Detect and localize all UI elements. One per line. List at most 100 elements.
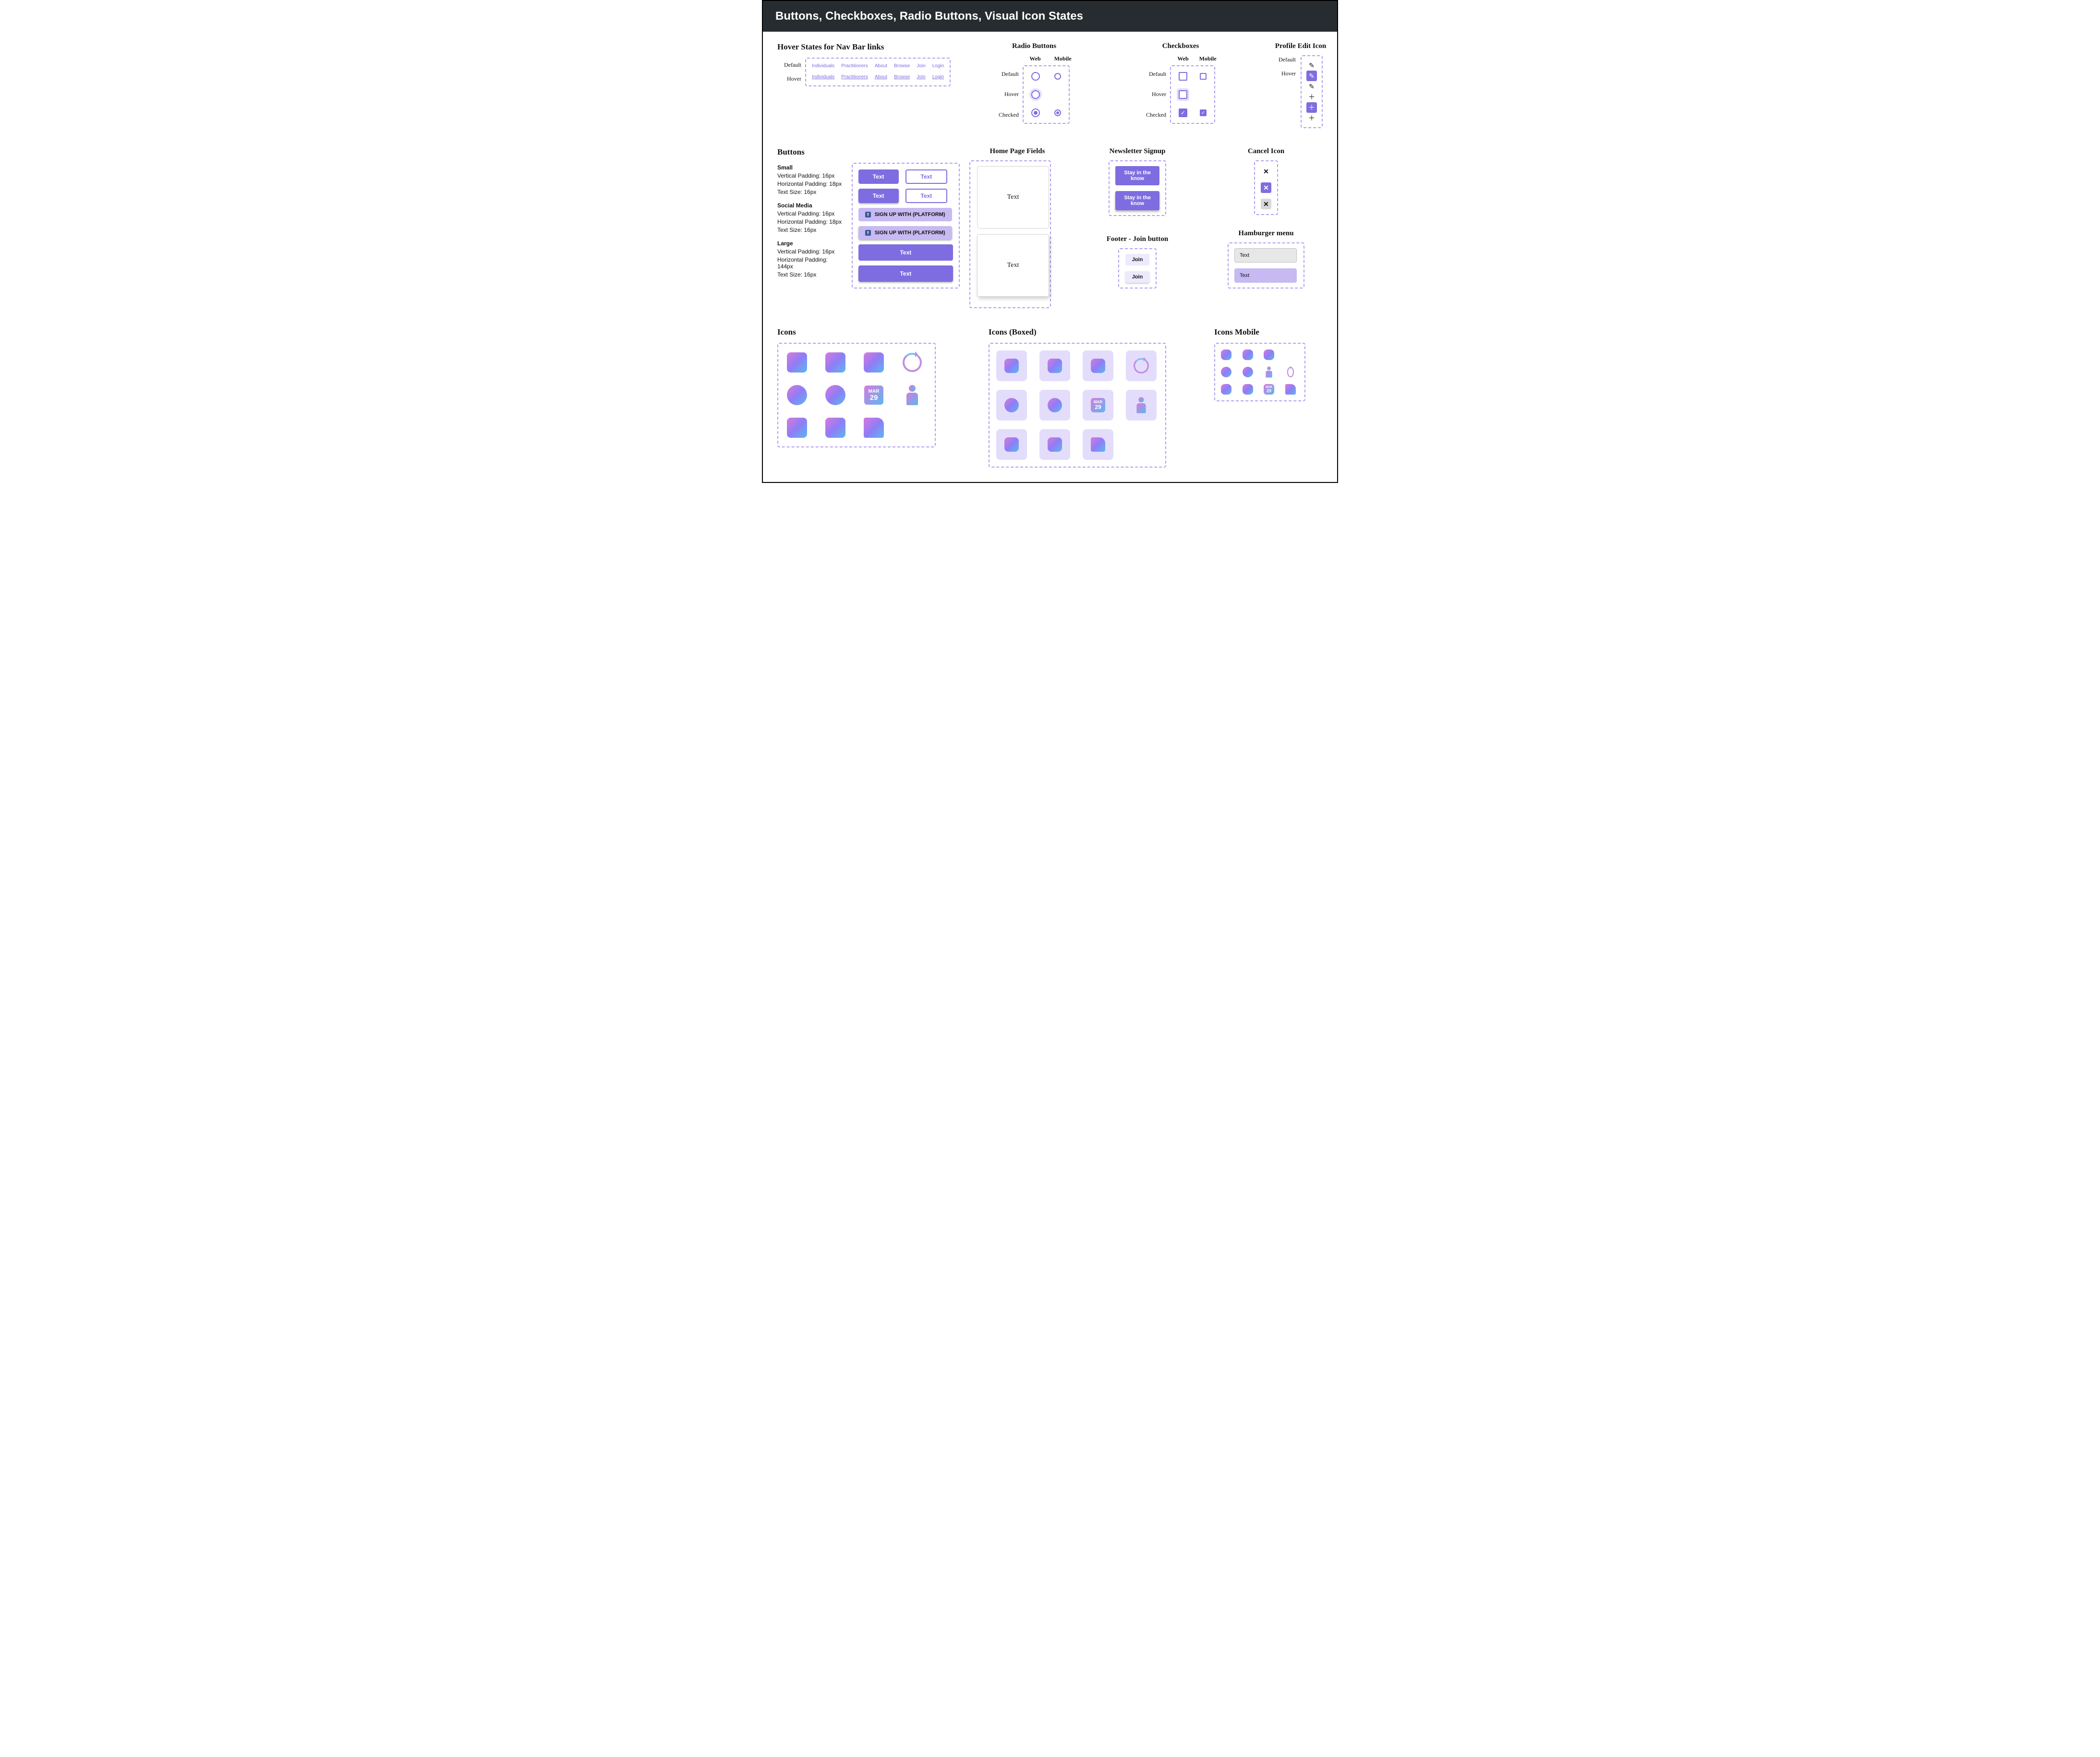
home-field-card-hover[interactable]: Text: [977, 234, 1049, 297]
page-title: Buttons, Checkboxes, Radio Buttons, Visu…: [763, 1, 1337, 32]
plus-icon-alt[interactable]: ＋: [1306, 113, 1317, 123]
icons-title: Icons: [777, 327, 969, 337]
legs-b-icon: [823, 350, 847, 374]
clock-icon-box[interactable]: [1039, 390, 1070, 421]
legs-a-icon: [785, 350, 809, 374]
menu-item-default[interactable]: Text: [1234, 248, 1297, 263]
nav-link-hover[interactable]: Browse: [894, 74, 910, 80]
small-primary-button-hover[interactable]: Text: [858, 189, 899, 203]
check-mobile-checked[interactable]: ✓: [1200, 109, 1207, 116]
nav-link-hover[interactable]: Individuals: [812, 74, 834, 80]
uterus-icon-box[interactable]: [996, 390, 1027, 421]
pencil-icon-hover[interactable]: ✎: [1306, 71, 1317, 81]
legs-b-icon-m: [1242, 349, 1254, 361]
close-icon-pressed[interactable]: ✕: [1261, 199, 1271, 209]
cycle-icon: [900, 350, 924, 374]
social-hp: Horizontal Padding: 18px: [777, 218, 843, 225]
doctor-icon-box[interactable]: [1126, 390, 1157, 421]
radio-mobile-checked[interactable]: [1054, 109, 1061, 116]
close-icon-hover[interactable]: ✕: [1261, 182, 1271, 193]
legs-b-icon-box[interactable]: [1039, 350, 1070, 381]
small-heading: Small: [777, 164, 793, 171]
nav-link[interactable]: Browse: [894, 63, 910, 69]
calendar-icon-m: MAR29: [1263, 383, 1275, 396]
small-outline-button-hover[interactable]: Text: [905, 189, 948, 203]
legs-c-icon: [862, 350, 886, 374]
icons-boxed-title: Icons (Boxed): [989, 327, 1195, 337]
nav-link[interactable]: Login: [932, 63, 944, 69]
check-web-default[interactable]: [1179, 72, 1187, 81]
plus-icon[interactable]: ＋: [1306, 92, 1317, 102]
radio-row-default: Default: [999, 71, 1019, 78]
footer-join-button[interactable]: Join: [1125, 254, 1150, 265]
facebook-icon: f: [865, 230, 871, 236]
large-ts: Text Size: 16px: [777, 271, 843, 278]
nav-link-hover[interactable]: About: [875, 74, 887, 80]
social-signup-button[interactable]: fSIGN UP WITH (PLATFORM): [858, 208, 952, 221]
icons-mobile-title: Icons Mobile: [1214, 327, 1323, 337]
torso-b-icon-m: [1242, 383, 1254, 396]
facebook-icon: f: [865, 212, 871, 217]
pencil-icon-alt[interactable]: ✎: [1306, 81, 1317, 92]
calendar-icon: MAR29: [862, 383, 886, 407]
check-web-hover[interactable]: [1179, 90, 1187, 99]
torso-b-icon-box[interactable]: [1039, 429, 1070, 460]
nav-link[interactable]: Join: [917, 63, 925, 69]
radio-web-checked[interactable]: [1031, 108, 1040, 117]
uterus-icon: [785, 383, 809, 407]
check-row-default: Default: [1146, 71, 1166, 78]
nav-link[interactable]: Practitioners: [841, 63, 868, 69]
check-col-web: Web: [1177, 55, 1188, 62]
nav-link-hover[interactable]: Login: [932, 74, 944, 80]
doctor-icon-m: [1263, 366, 1275, 378]
clock-icon: [823, 383, 847, 407]
home-fields-title: Home Page Fields: [969, 147, 1065, 156]
check-mobile-default[interactable]: [1200, 73, 1207, 80]
legs-a-icon-box[interactable]: [996, 350, 1027, 381]
menu-item-hover[interactable]: Text: [1234, 268, 1297, 283]
cycle-icon-box[interactable]: [1126, 350, 1157, 381]
stork-icon: [862, 416, 886, 440]
large-vp: Vertical Padding: 16px: [777, 248, 843, 255]
pencil-icon[interactable]: ✎: [1306, 60, 1317, 71]
check-col-mobile: Mobile: [1199, 55, 1217, 62]
small-primary-button[interactable]: Text: [858, 169, 899, 184]
close-icon[interactable]: ✕: [1261, 166, 1271, 177]
radio-col-web: Web: [1029, 55, 1040, 62]
hamburger-title: Hamburger menu: [1209, 229, 1323, 238]
home-field-card[interactable]: Text: [977, 166, 1049, 229]
torso-a-icon-m: [1220, 383, 1232, 396]
social-signup-button-hover[interactable]: fSIGN UP WITH (PLATFORM): [858, 226, 952, 240]
radio-web-default[interactable]: [1031, 72, 1040, 81]
nav-label-default: Default: [777, 61, 801, 69]
legs-c-icon-box[interactable]: [1083, 350, 1113, 381]
nav-link-hover[interactable]: Join: [917, 74, 925, 80]
footer-join-button-hover[interactable]: Join: [1125, 271, 1150, 283]
nav-link-hover[interactable]: Practitioners: [841, 74, 868, 80]
radio-mobile-default[interactable]: [1054, 73, 1061, 80]
check-web-checked[interactable]: ✓: [1179, 108, 1187, 117]
newsletter-button[interactable]: Stay in the know: [1115, 166, 1159, 185]
calendar-icon-box[interactable]: MAR29: [1083, 390, 1113, 421]
large-primary-button-hover[interactable]: Text: [858, 265, 953, 282]
doctor-icon: [900, 383, 924, 407]
nav-link[interactable]: Individuals: [812, 63, 834, 69]
torso-a-icon: [785, 416, 809, 440]
large-hp: Horizontal Padding: 144px: [777, 256, 843, 270]
nav-link[interactable]: About: [875, 63, 887, 69]
small-outline-button[interactable]: Text: [905, 169, 948, 184]
newsletter-title: Newsletter Signup: [1075, 147, 1200, 156]
large-primary-button[interactable]: Text: [858, 244, 953, 261]
check-row-hover: Hover: [1146, 91, 1166, 98]
radio-row-hover: Hover: [999, 91, 1019, 98]
newsletter-button-hover[interactable]: Stay in the know: [1115, 191, 1159, 210]
clock-icon-m: [1242, 366, 1254, 378]
torso-a-icon-box[interactable]: [996, 429, 1027, 460]
cancel-title: Cancel Icon: [1209, 147, 1323, 156]
stork-icon-box[interactable]: [1083, 429, 1113, 460]
plus-icon-hover[interactable]: ＋: [1306, 102, 1317, 113]
torso-b-icon: [823, 416, 847, 440]
radio-web-hover[interactable]: [1031, 90, 1040, 99]
radio-title: Radio Buttons: [960, 42, 1109, 50]
radio-col-mobile: Mobile: [1054, 55, 1072, 62]
